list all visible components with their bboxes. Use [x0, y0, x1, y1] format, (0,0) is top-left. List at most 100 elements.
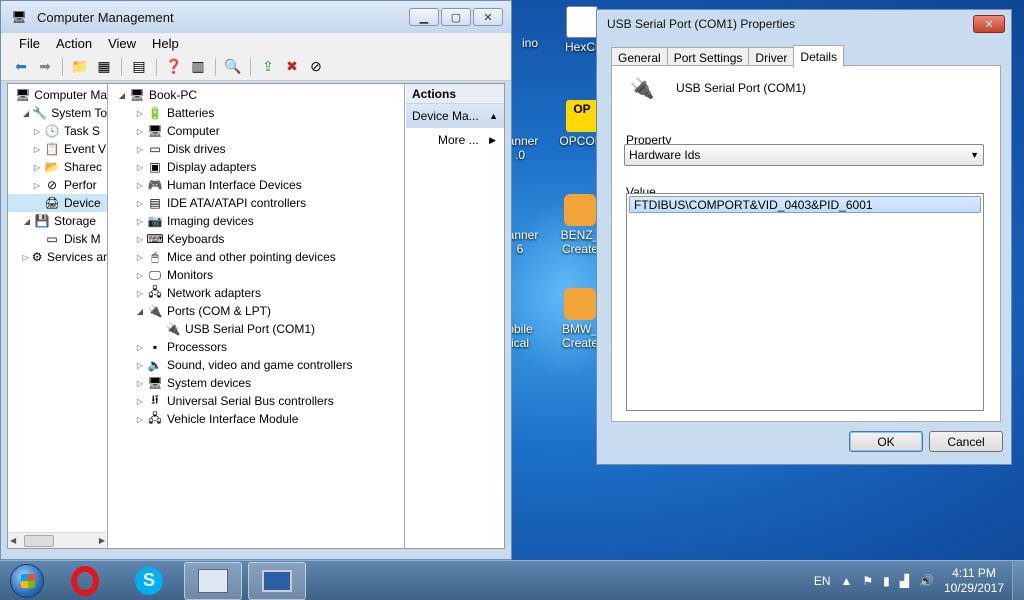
horizontal-scrollbar[interactable]: ◀ ▶ — [8, 532, 107, 548]
device-tree-item[interactable]: ▷ ▪ Processors — [113, 338, 404, 356]
menu-view[interactable]: View — [100, 36, 144, 51]
clock[interactable]: 4:11 PM 10/29/2017 — [944, 566, 1004, 596]
menu-action[interactable]: Action — [48, 36, 100, 51]
taskbar-opera[interactable] — [56, 562, 114, 600]
cm-title-bar[interactable]: 🖥 Computer Management ▁ ▢ ✕ — [1, 1, 511, 33]
device-tree-item[interactable]: ▷ 🔈 Sound, video and game controllers — [113, 356, 404, 374]
collapsed-arrow-icon[interactable]: ▷ — [135, 163, 145, 172]
collapsed-arrow-icon[interactable]: ▷ — [135, 271, 145, 280]
tab-port-settings[interactable]: Port Settings — [666, 47, 750, 67]
uninstall-device-icon[interactable]: ✖ — [282, 57, 302, 77]
collapsed-arrow-icon[interactable]: ▷ — [135, 235, 145, 244]
forward-arrow-icon[interactable]: ➡ — [35, 57, 55, 77]
device-tree-item[interactable]: ◢ 🔌 Ports (COM & LPT) — [113, 302, 404, 320]
taskbar-device-properties[interactable] — [248, 561, 306, 600]
collapse-up-icon[interactable]: ▲ — [489, 111, 498, 121]
language-indicator[interactable]: EN — [814, 574, 831, 588]
expanded-arrow-icon[interactable]: ◢ — [117, 91, 127, 100]
show-desktop-button[interactable] — [1012, 560, 1024, 600]
collapsed-arrow-icon[interactable]: ▷ — [32, 163, 42, 172]
show-action-pane-icon[interactable]: ▥ — [188, 57, 208, 77]
device-tree-item[interactable]: ▷ ▤ IDE ATA/ATAPI controllers — [113, 194, 404, 212]
device-tree-item[interactable]: ▷ 🖵 Monitors — [113, 266, 404, 284]
collapsed-arrow-icon[interactable]: ▷ — [135, 253, 145, 262]
taskbar-computer-management[interactable] — [184, 561, 242, 600]
close-button[interactable]: ✕ — [473, 8, 503, 26]
device-tree-item[interactable]: ▷ 🖥 Computer — [113, 122, 404, 140]
menu-help[interactable]: Help — [144, 36, 187, 51]
collapsed-arrow-icon[interactable]: ▷ — [32, 181, 42, 190]
battery-icon[interactable]: ▮ — [883, 574, 890, 588]
back-arrow-icon[interactable]: ⬅ — [11, 57, 31, 77]
scan-hardware-icon[interactable]: 🔍 — [223, 57, 243, 77]
console-tree-item[interactable]: 🖥 Computer Ma — [8, 86, 107, 104]
scroll-thumb[interactable] — [24, 534, 55, 547]
device-tree-item[interactable]: ▷ 🖥 System devices — [113, 374, 404, 392]
collapsed-arrow-icon[interactable]: ▷ — [135, 109, 145, 118]
volume-icon[interactable]: 🔊 — [919, 574, 934, 588]
collapsed-arrow-icon[interactable]: ▷ — [135, 217, 145, 226]
collapsed-arrow-icon[interactable]: ▷ — [135, 127, 145, 136]
collapsed-arrow-icon[interactable]: ▷ — [135, 361, 145, 370]
properties-icon[interactable]: ▤ — [129, 57, 149, 77]
device-tree-item[interactable]: ▷ 📷 Imaging devices — [113, 212, 404, 230]
tab-details[interactable]: Details — [793, 45, 845, 67]
device-tree-item[interactable]: ▷ ⭿ Universal Serial Bus controllers — [113, 392, 404, 410]
collapsed-arrow-icon[interactable]: ▷ — [135, 379, 145, 388]
console-tree-item[interactable]: ▷ ⚙ Services ar — [8, 248, 107, 266]
up-folder-icon[interactable]: 📁 — [70, 57, 90, 77]
collapsed-arrow-icon[interactable]: ▷ — [32, 127, 42, 136]
menu-file[interactable]: File — [11, 36, 48, 51]
collapsed-arrow-icon[interactable]: ▷ — [135, 397, 145, 406]
expanded-arrow-icon[interactable]: ◢ — [135, 307, 145, 316]
cancel-button[interactable]: Cancel — [929, 431, 1003, 452]
maximize-button[interactable]: ▢ — [441, 8, 471, 26]
device-tree-item[interactable]: ▷ 🖱 Mice and other pointing devices — [113, 248, 404, 266]
console-tree-item[interactable]: 🖨 Device — [8, 194, 107, 212]
collapsed-arrow-icon[interactable]: ▷ — [135, 415, 145, 424]
collapsed-arrow-icon[interactable]: ▷ — [135, 145, 145, 154]
actions-section-device-manager[interactable]: Device Ma... ▲ — [406, 104, 504, 128]
actions-more[interactable]: More ... ▶ — [406, 128, 504, 152]
collapsed-arrow-icon[interactable]: ▷ — [22, 253, 29, 262]
network-signal-icon[interactable]: ▟ — [900, 574, 909, 588]
device-tree-item[interactable]: ▷ 🔋 Batteries — [113, 104, 404, 122]
ok-button[interactable]: OK — [849, 431, 923, 452]
minimize-button[interactable]: ▁ — [409, 8, 439, 26]
console-tree-item[interactable]: ▷ 📋 Event V — [8, 140, 107, 158]
help-icon[interactable]: ❓ — [164, 57, 184, 77]
start-button[interactable] — [4, 563, 50, 599]
console-tree-item[interactable]: ▭ Disk M — [8, 230, 107, 248]
value-list-item[interactable]: FTDIBUS\COMPORT&VID_0403&PID_6001 — [629, 196, 981, 213]
expanded-arrow-icon[interactable]: ◢ — [22, 109, 30, 118]
device-tree-item[interactable]: ▷ 🖧 Network adapters — [113, 284, 404, 302]
collapsed-arrow-icon[interactable]: ▷ — [135, 289, 145, 298]
scroll-right-icon[interactable]: ▶ — [99, 536, 105, 545]
device-tree-item[interactable]: ▷ 🖧 Vehicle Interface Module — [113, 410, 404, 428]
collapsed-arrow-icon[interactable]: ▷ — [135, 199, 145, 208]
property-select[interactable]: Hardware Ids ▼ — [624, 144, 984, 166]
console-tree-item[interactable]: ◢ 🔧 System To — [8, 104, 107, 122]
scroll-left-icon[interactable]: ◀ — [10, 536, 16, 545]
tab-general[interactable]: General — [611, 47, 668, 67]
update-driver-icon[interactable]: ⇪ — [258, 57, 278, 77]
dialog-title-bar[interactable]: USB Serial Port (COM1) Properties ✕ — [597, 10, 1011, 38]
console-tree-item[interactable]: ▷ 🕓 Task S — [8, 122, 107, 140]
console-tree-item[interactable]: ▷ ⊘ Perfor — [8, 176, 107, 194]
console-tree-item[interactable]: ▷ 📂 Sharec — [8, 158, 107, 176]
device-tree-item[interactable]: ▷ ⌨ Keyboards — [113, 230, 404, 248]
device-tree-item[interactable]: ▷ ▭ Disk drives — [113, 140, 404, 158]
value-listbox[interactable]: FTDIBUS\COMPORT&VID_0403&PID_6001 — [626, 193, 984, 411]
dialog-close-button[interactable]: ✕ — [973, 15, 1005, 33]
collapsed-arrow-icon[interactable]: ▷ — [32, 145, 42, 154]
device-tree-item[interactable]: ◢ 🖥 Book-PC — [113, 86, 404, 104]
action-center-flag-icon[interactable]: ⚑ — [862, 574, 873, 588]
device-tree-item[interactable]: ▷ ▣ Display adapters — [113, 158, 404, 176]
device-tree-item[interactable]: ▷ 🎮 Human Interface Devices — [113, 176, 404, 194]
show-hidden-icons-icon[interactable]: ▲ — [840, 574, 852, 588]
disable-device-icon[interactable]: ⊘ — [306, 57, 326, 77]
expanded-arrow-icon[interactable]: ◢ — [22, 217, 32, 226]
collapsed-arrow-icon[interactable]: ▷ — [135, 343, 145, 352]
device-tree-item[interactable]: 🔌 USB Serial Port (COM1) — [113, 320, 404, 338]
collapsed-arrow-icon[interactable]: ▷ — [135, 181, 145, 190]
